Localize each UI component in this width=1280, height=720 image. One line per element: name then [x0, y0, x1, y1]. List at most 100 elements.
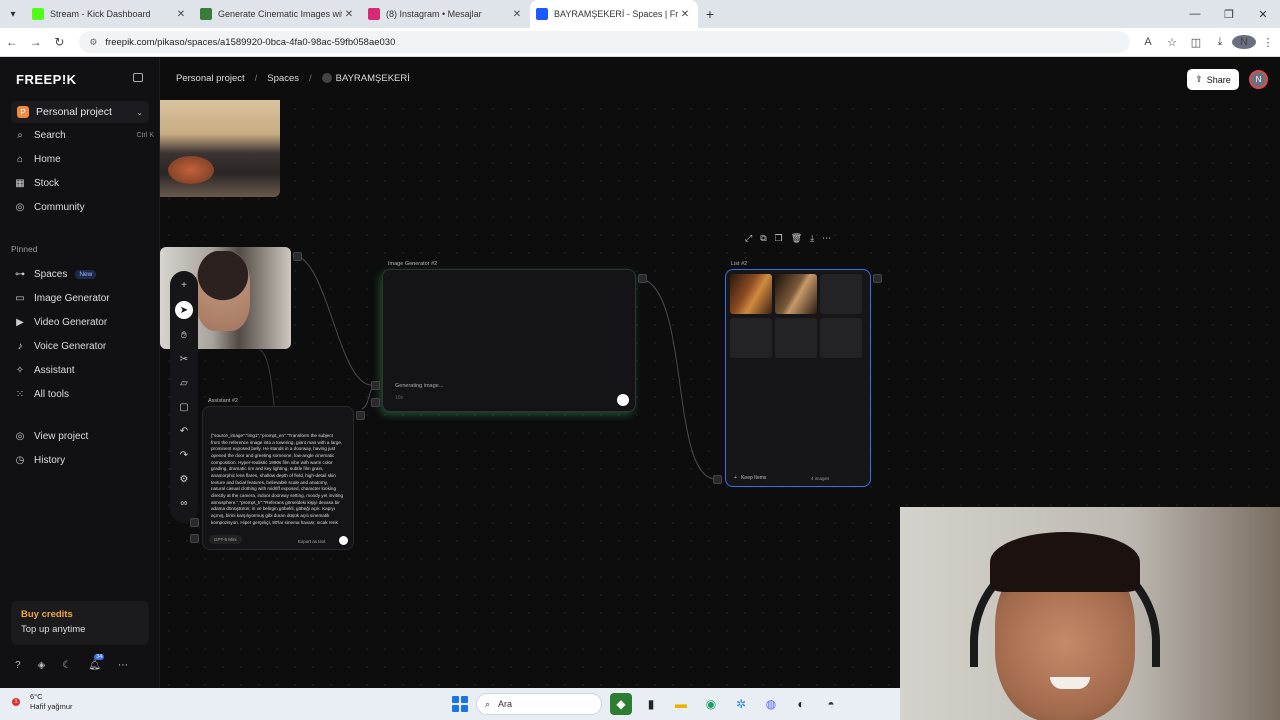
settings-app-icon[interactable]: ✲	[730, 693, 752, 715]
hand-pan-icon[interactable]: ✋︎	[175, 327, 193, 343]
extensions-icon[interactable]: ◫	[1184, 36, 1208, 49]
scissors-icon[interactable]: ✂	[175, 351, 193, 367]
back-icon[interactable]: ←	[0, 35, 24, 49]
browser-tab-spaces[interactable]: BAYRAMŞEKERİ - Spaces | Freep ✕	[530, 0, 698, 28]
sidebar-item-video-generator[interactable]: ▶ Video Generator	[14, 312, 154, 332]
note-icon[interactable]: ▱	[175, 375, 193, 391]
theme-moon-icon[interactable]: ☾	[62, 660, 71, 671]
link-icon[interactable]: ∞	[175, 495, 193, 511]
url-field[interactable]: ⚙ freepik.com/pikaso/spaces/a1589920-0bc…	[79, 31, 1130, 53]
image-generator-node[interactable]: Generating image... 10s	[382, 269, 636, 412]
more-options-icon[interactable]: ⋯	[822, 233, 831, 244]
list-image-thumb[interactable]	[775, 274, 817, 314]
image-gen-output-port[interactable]	[638, 274, 647, 283]
download-icon[interactable]: ⤓	[1208, 36, 1232, 49]
sidebar-item-spaces[interactable]: ⊶ Spaces New	[14, 264, 154, 284]
close-tab-icon[interactable]: ✕	[510, 9, 524, 20]
help-icon[interactable]: ?	[15, 660, 21, 671]
restore-icon[interactable]: ❐	[1212, 8, 1246, 21]
chrome-icon[interactable]: ◉	[700, 693, 722, 715]
share-button[interactable]: ⇪ Share	[1187, 69, 1239, 90]
list-input-port[interactable]	[713, 475, 722, 484]
list-empty-slot	[775, 318, 817, 358]
weather-widget[interactable]: 1 6°C Hafif yağmur	[12, 692, 73, 712]
notifications-bell-icon[interactable]: 🔔︎ 34	[88, 654, 105, 671]
undo-icon[interactable]: ↶	[175, 423, 193, 439]
steam-icon[interactable]: ◐	[790, 693, 812, 715]
sidebar-item-stock[interactable]: ▦ Stock	[14, 173, 154, 193]
file-explorer-icon[interactable]: ▬	[670, 693, 692, 715]
list-image-thumb[interactable]	[730, 274, 772, 314]
close-tab-icon[interactable]: ✕	[342, 9, 356, 20]
keep-items-toggle[interactable]: + Keep Items	[734, 475, 766, 481]
sidebar-item-all-tools[interactable]: ⁙ All tools	[14, 384, 154, 404]
translate-icon[interactable]: A	[1136, 36, 1160, 48]
forward-icon[interactable]: →	[24, 35, 48, 49]
site-info-icon[interactable]: ⚙	[89, 37, 97, 48]
buy-credits-card[interactable]: Buy credits Top up anytime	[11, 601, 149, 645]
list-node[interactable]: + Keep Items 4 images	[725, 269, 871, 487]
bookmark-star-icon[interactable]: ☆	[1160, 36, 1184, 49]
assistant-input-port[interactable]	[190, 518, 199, 527]
list-output-port[interactable]	[873, 274, 882, 283]
close-tab-icon[interactable]: ✕	[678, 9, 692, 20]
task-view-icon[interactable]: ▮	[640, 693, 662, 715]
project-selector[interactable]: P Personal project ⌄	[11, 101, 149, 123]
export-as-text-button[interactable]: Export as text	[298, 539, 326, 544]
sidebar-item-search[interactable]: ⌕ Search Ctrl K	[14, 125, 154, 145]
send-button[interactable]	[339, 536, 348, 545]
browser-menu-icon[interactable]: ⋮	[1256, 36, 1280, 49]
assistant-output-port[interactable]	[356, 411, 365, 420]
select-cursor-icon[interactable]: ➤	[175, 301, 193, 319]
redo-icon[interactable]: ↷	[175, 447, 193, 463]
add-icon[interactable]: +	[175, 277, 193, 293]
sparkle-icon: ✧	[15, 364, 25, 376]
image-gen-input-port[interactable]	[371, 398, 380, 407]
new-tab-button[interactable]: +	[698, 6, 722, 22]
expand-icon[interactable]: ⤢	[745, 233, 752, 244]
sidebar-item-history[interactable]: ◷ History	[14, 450, 154, 470]
photo-output-port[interactable]	[293, 252, 302, 261]
tab-search-dropdown[interactable]: ▾	[0, 0, 26, 28]
close-window-icon[interactable]: ✕	[1246, 8, 1280, 21]
sidebar-item-image-generator[interactable]: ▭ Image Generator	[14, 288, 154, 308]
profile-avatar[interactable]: N	[1231, 35, 1256, 49]
freepik-logo[interactable]: FREEP!K	[16, 72, 77, 87]
layers-icon[interactable]: ◈	[38, 660, 46, 671]
sidebar-item-home[interactable]: ⌂ Home	[14, 149, 154, 169]
sidebar-item-view-project[interactable]: ◎ View project	[14, 426, 154, 446]
close-tab-icon[interactable]: ✕	[174, 9, 188, 20]
download-icon[interactable]: ⤓	[810, 233, 814, 244]
duplicate-icon[interactable]: ❐	[775, 233, 783, 244]
assistant-input-port[interactable]	[190, 534, 199, 543]
taskbar-search[interactable]: ⌕ Ara	[476, 693, 602, 715]
breadcrumb-personal-project[interactable]: Personal project	[176, 73, 245, 84]
image-gen-input-port[interactable]	[371, 381, 380, 390]
app-icon[interactable]: ◓	[820, 693, 842, 715]
reference-photo-node[interactable]	[160, 100, 280, 197]
windows-start-icon[interactable]	[452, 696, 468, 712]
settings-gear-icon[interactable]: ⚙	[175, 471, 193, 487]
comment-icon[interactable]: ▢	[175, 399, 193, 415]
breadcrumb-spaces[interactable]: Spaces	[267, 73, 299, 84]
game-app-icon[interactable]: ◆	[610, 693, 632, 715]
sidebar-item-voice-generator[interactable]: ♪ Voice Generator	[14, 336, 154, 356]
more-options-icon[interactable]: ⋯	[118, 660, 128, 671]
sidebar-item-assistant[interactable]: ✧ Assistant	[14, 360, 154, 380]
delete-icon[interactable]: 🗑︎	[791, 233, 802, 244]
sidebar-collapse-icon[interactable]	[133, 73, 143, 82]
discord-icon[interactable]: ◍	[760, 693, 782, 715]
browser-tab-instagram[interactable]: (8) Instagram • Mesajlar ✕	[362, 0, 530, 28]
breadcrumb-space-name[interactable]: BAYRAMŞEKERİ	[321, 73, 410, 84]
browser-tab-kick[interactable]: Stream - Kick Dashboard ✕	[26, 0, 194, 28]
sidebar-item-community[interactable]: ◎ Community	[14, 197, 154, 217]
reload-icon[interactable]: ↻	[48, 35, 72, 49]
minimize-icon[interactable]: —	[1178, 8, 1212, 21]
browser-tab-generate[interactable]: Generate Cinematic Images with ✕	[194, 0, 362, 28]
crop-icon[interactable]: ⧉	[760, 233, 766, 244]
model-selector[interactable]: GPT-5 Mini	[209, 535, 242, 544]
assistant-node[interactable]: {"source_image":"img1","prompt_en":"Tran…	[202, 406, 354, 550]
user-avatar[interactable]: N	[1249, 70, 1268, 89]
spaces-icon: ⊶	[15, 268, 25, 280]
stop-generation-button[interactable]	[617, 394, 629, 406]
